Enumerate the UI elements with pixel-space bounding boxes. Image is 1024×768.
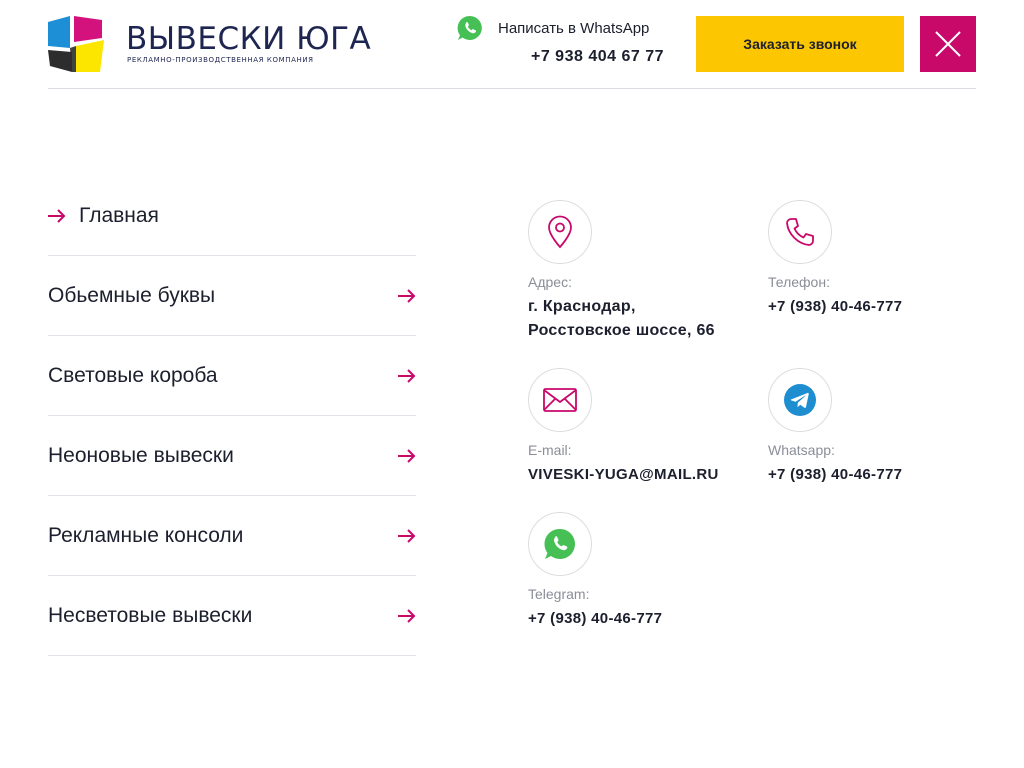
whatsapp-icon — [544, 528, 575, 559]
close-menu-button[interactable] — [920, 16, 976, 72]
contact-phone: Телефон: +7 (938) 40-46-777 — [768, 200, 988, 319]
location-pin-icon — [548, 215, 572, 249]
menu-item-unlit-signs[interactable]: Несветовые вывески — [48, 576, 416, 656]
logo-title: ВЫВЕСКИ ЮГА — [126, 21, 372, 57]
header-phone[interactable]: +7 938 404 67 77 — [531, 48, 664, 66]
telegram-value[interactable]: +7 (938) 40-46-777 — [528, 607, 748, 631]
phone-icon — [786, 218, 814, 246]
phone-icon-circle[interactable] — [768, 200, 832, 264]
envelope-icon — [543, 388, 577, 412]
address-icon-circle — [528, 200, 592, 264]
address-label: Адрес: — [528, 274, 572, 290]
contact-address: Адрес: г. Краснодар, Росстовское шоссе, … — [528, 200, 748, 343]
menu-item-home[interactable]: Главная — [48, 176, 416, 256]
menu-item-label: Рекламные консоли — [48, 523, 244, 547]
site-header: ВЫВЕСКИ ЮГА рекламно-производственная ко… — [0, 0, 1024, 89]
whatsapp-icon-circle[interactable] — [528, 512, 592, 576]
menu-item-label: Обьемные буквы — [48, 283, 216, 307]
phone-value[interactable]: +7 (938) 40-46-777 — [768, 295, 988, 319]
main-menu: Главная Обьемные буквы Световые короба Н… — [48, 176, 416, 656]
arrow-right-icon — [398, 368, 416, 383]
telegram-icon-circle[interactable] — [768, 368, 832, 432]
phone-label: Телефон: — [768, 274, 830, 290]
menu-item-light-boxes[interactable]: Световые короба — [48, 336, 416, 416]
contact-email: E-mail: VIVESKI-YUGA@MAIL.RU — [528, 368, 748, 487]
callback-button[interactable]: Заказать звонок — [696, 16, 904, 72]
arrow-right-icon — [398, 448, 416, 463]
telegram-icon — [784, 384, 816, 416]
telegram-label: Telegram: — [528, 586, 590, 602]
email-icon-circle[interactable] — [528, 368, 592, 432]
menu-item-ad-consoles[interactable]: Рекламные консоли — [48, 496, 416, 576]
menu-item-label: Главная — [79, 203, 159, 227]
menu-item-volume-letters[interactable]: Обьемные буквы — [48, 256, 416, 336]
close-icon — [935, 31, 961, 57]
menu-item-label: Неоновые вывески — [48, 443, 234, 467]
email-label: E-mail: — [528, 442, 572, 458]
whatsapp-icon — [457, 15, 482, 40]
menu-item-label: Световые короба — [48, 363, 218, 387]
whatsapp-link[interactable]: Написать в WhatsApp — [456, 14, 649, 42]
logo[interactable]: ВЫВЕСКИ ЮГА рекламно-производственная ко… — [48, 16, 371, 72]
arrow-right-icon — [398, 528, 416, 543]
whatsapp-value[interactable]: +7 (938) 40-46-777 — [768, 463, 988, 487]
address-line-1: г. Краснодар, — [528, 298, 636, 315]
arrow-right-icon — [398, 288, 416, 303]
email-value[interactable]: VIVESKI-YUGA@MAIL.RU — [528, 463, 748, 487]
arrow-right-icon — [398, 608, 416, 623]
menu-item-neon-signs[interactable]: Неоновые вывески — [48, 416, 416, 496]
menu-item-label: Несветовые вывески — [48, 603, 253, 627]
contact-whatsapp: Whatsapp: +7 (938) 40-46-777 — [768, 368, 988, 487]
whatsapp-link-label: Написать в WhatsApp — [498, 19, 650, 37]
logo-subtitle: рекламно-производственная компания — [127, 56, 314, 64]
arrow-right-icon — [48, 208, 66, 223]
header-divider — [48, 88, 976, 89]
whatsapp-label: Whatsapp: — [768, 442, 835, 458]
contact-telegram: Telegram: +7 (938) 40-46-777 — [528, 512, 748, 631]
address-line-2: Росстовское шоссе, 66 — [528, 322, 715, 339]
logo-mark-icon — [48, 16, 104, 72]
